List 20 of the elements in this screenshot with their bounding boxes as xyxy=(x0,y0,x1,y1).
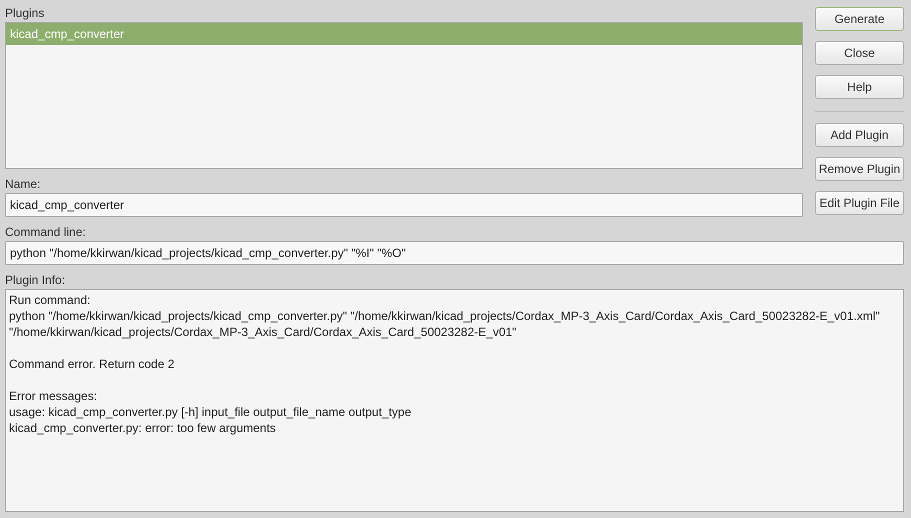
dialog-button[interactable]: Remove Plugin xyxy=(815,157,904,181)
plugin-info-label: Plugin Info: xyxy=(5,272,66,289)
info-text-line: python "/home/kkirwan/kicad_projects/kicad_cmp_converter.py" "/home/kkirwan/kicad_projects/Cordax_MP-3_Axis_Card/Cordax_Axis_Card_50023282-E_v01.xml" xyxy=(9,308,881,324)
dialog-button[interactable]: Help xyxy=(815,75,904,99)
dialog-button[interactable]: Edit Plugin File xyxy=(815,191,904,215)
plugins-label: Plugins xyxy=(5,5,46,22)
command-line-field[interactable]: python "/home/kkirwan/kicad_projects/kicad_cmp_converter.py" "%I" "%O" xyxy=(5,241,904,265)
plugin-info-textarea[interactable] xyxy=(5,289,904,512)
info-text-line: kicad_cmp_converter.py: error: too few arguments xyxy=(9,420,277,436)
command-line-label: Command line: xyxy=(5,224,87,241)
dialog-button[interactable]: Add Plugin xyxy=(815,123,904,147)
generate-button[interactable]: Generate xyxy=(815,7,904,31)
info-text-line: Run command: xyxy=(9,292,92,308)
dialog-button[interactable]: Close xyxy=(815,41,904,65)
info-text-line: Command error. Return code 2 xyxy=(9,356,176,372)
info-text-line: Error messages: xyxy=(9,388,98,404)
info-text-line: usage: kicad_cmp_converter.py [-h] input_file output_file_name output_type xyxy=(9,404,412,420)
name-label: Name: xyxy=(5,176,42,193)
info-text-line: "/home/kkirwan/kicad_projects/Cordax_MP-3_Axis_Card/Cordax_Axis_Card_50023282-E_v01" xyxy=(9,324,518,340)
name-field[interactable]: kicad_cmp_converter xyxy=(5,193,803,217)
